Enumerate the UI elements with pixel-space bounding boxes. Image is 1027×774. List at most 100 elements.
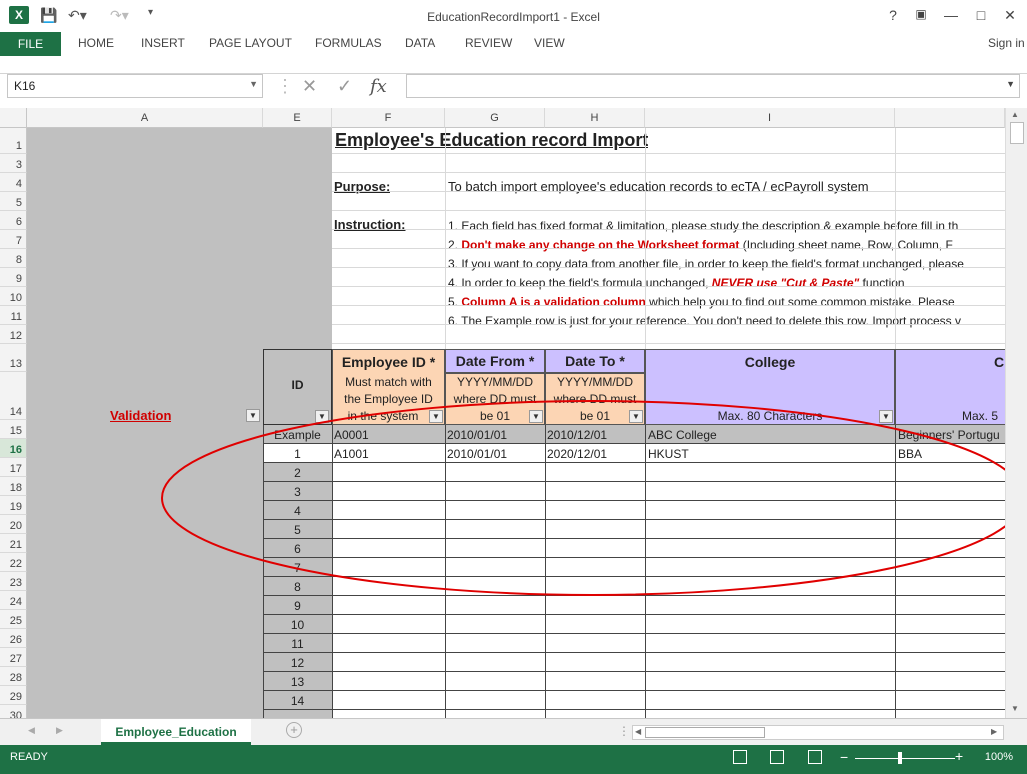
filter-date-from-icon[interactable]: ▼ [529, 410, 543, 423]
row-header[interactable]: 24 [0, 591, 27, 610]
row-header[interactable]: 13 [0, 344, 27, 372]
tab-view[interactable]: VIEW [534, 36, 565, 50]
vertical-scroll-thumb[interactable] [1010, 122, 1024, 144]
column-header-i[interactable]: I [645, 108, 895, 128]
row-header[interactable]: 10 [0, 287, 27, 306]
row-header[interactable]: 21 [0, 534, 27, 553]
sheet-tab-employee-education[interactable]: Employee_Education [101, 719, 251, 745]
column-header-j[interactable] [895, 108, 1005, 128]
row-header[interactable]: 4 [0, 173, 27, 192]
zoom-level[interactable]: 100% [985, 751, 1013, 763]
row-header[interactable]: 1 [0, 128, 27, 154]
row-header[interactable]: 30 [0, 705, 27, 718]
filter-id-icon[interactable]: ▼ [315, 410, 329, 423]
row-header[interactable]: 9 [0, 268, 27, 287]
chevron-down-icon[interactable]: ▼ [249, 79, 258, 89]
course-header-cell: C Max. 5 [895, 349, 1005, 425]
row-id: 1 [294, 447, 301, 461]
row-header[interactable]: 7 [0, 230, 27, 249]
column-header-a[interactable]: A [27, 108, 263, 128]
normal-view-icon[interactable] [733, 750, 747, 764]
row-header[interactable]: 25 [0, 610, 27, 629]
row-header[interactable]: 6 [0, 211, 27, 230]
enter-icon[interactable]: ✓ [337, 76, 352, 97]
row-header[interactable]: 8 [0, 249, 27, 268]
horizontal-scroll-thumb[interactable] [645, 727, 765, 738]
scroll-up-icon[interactable]: ▲ [1011, 110, 1019, 119]
employee-id-title: Employee ID [341, 354, 426, 370]
row-header[interactable]: 22 [0, 553, 27, 572]
id-column-header-area [263, 128, 332, 349]
row-header[interactable]: 12 [0, 325, 27, 344]
tab-split-handle-icon[interactable]: ⋮ [618, 724, 630, 738]
row-header[interactable]: 5 [0, 192, 27, 211]
zoom-in-icon[interactable]: + [955, 748, 963, 764]
course-desc-cut: Max. 5 [962, 409, 999, 423]
row-header[interactable]: 11 [0, 306, 27, 325]
column-header-g[interactable]: G [445, 108, 545, 128]
table-row-line [263, 709, 1005, 710]
insert-function-icon[interactable]: fx [370, 76, 387, 97]
add-sheet-icon[interactable]: + [286, 722, 302, 738]
cancel-icon[interactable]: ✕ [302, 76, 317, 97]
filter-college-icon[interactable]: ▼ [879, 410, 893, 423]
row-header[interactable]: 26 [0, 629, 27, 648]
data-course[interactable]: BBA [898, 447, 922, 461]
data-employee-id[interactable]: A1001 [334, 447, 369, 461]
column-header-e[interactable]: E [263, 108, 332, 128]
data-date-from[interactable]: 2010/01/01 [447, 447, 507, 461]
help-button[interactable]: ? [882, 7, 904, 23]
worksheet-grid[interactable]: A E F G H I Employee's Education record … [0, 108, 1005, 718]
page-layout-view-icon[interactable] [770, 750, 784, 764]
row-header[interactable]: 3 [0, 154, 27, 173]
row-header[interactable]: 15 [0, 420, 27, 439]
zoom-slider[interactable] [855, 758, 955, 759]
row-header[interactable]: 20 [0, 515, 27, 534]
row-header[interactable]: 27 [0, 648, 27, 667]
tab-insert[interactable]: INSERT [141, 36, 185, 50]
instruction-6: 6. The Example row is just for your refe… [448, 314, 962, 328]
column-header-h[interactable]: H [545, 108, 645, 128]
scroll-right-icon[interactable]: ▶ [991, 727, 997, 736]
next-sheet-icon[interactable]: ▶ [56, 725, 63, 736]
sign-in-link[interactable]: Sign in [988, 36, 1025, 50]
row-header[interactable]: 16 [0, 439, 27, 458]
row-header[interactable]: 29 [0, 686, 27, 705]
tab-data[interactable]: DATA [405, 36, 435, 50]
minimize-icon[interactable]: — [940, 7, 962, 23]
scroll-left-icon[interactable]: ◀ [635, 727, 641, 736]
page-break-view-icon[interactable] [808, 750, 822, 764]
horizontal-scrollbar[interactable]: ◀ ▶ [632, 725, 1004, 740]
zoom-out-icon[interactable]: − [840, 749, 848, 765]
data-college[interactable]: HKUST [648, 447, 689, 461]
vertical-scrollbar[interactable]: ▲ ▼ [1005, 108, 1027, 718]
prev-sheet-icon[interactable]: ◀ [28, 725, 35, 736]
tab-file[interactable]: FILE [0, 32, 61, 56]
column-header-f[interactable]: F [332, 108, 445, 128]
tab-formulas[interactable]: FORMULAS [315, 36, 382, 50]
row-header[interactable]: 18 [0, 477, 27, 496]
formula-input[interactable]: ▼ [406, 74, 1020, 98]
close-icon[interactable]: ✕ [999, 7, 1021, 24]
expand-formula-icon[interactable]: ▼ [1006, 79, 1015, 89]
zoom-slider-knob[interactable] [898, 752, 902, 764]
filter-employee-id-icon[interactable]: ▼ [429, 410, 443, 423]
tab-home[interactable]: HOME [78, 36, 114, 50]
name-box[interactable]: K16 ▼ [7, 74, 263, 98]
row-header[interactable]: 23 [0, 572, 27, 591]
more-icon[interactable]: ⋮ [276, 76, 294, 97]
ribbon-display-icon[interactable]: ▣ [910, 7, 932, 21]
maximize-icon[interactable]: □ [970, 7, 992, 23]
row-header[interactable]: 14 [0, 372, 27, 420]
row-header[interactable]: 19 [0, 496, 27, 515]
filter-date-to-icon[interactable]: ▼ [629, 410, 643, 423]
tab-page-layout[interactable]: PAGE LAYOUT [209, 36, 292, 50]
tab-review[interactable]: REVIEW [465, 36, 512, 50]
row-header[interactable]: 17 [0, 458, 27, 477]
data-date-to[interactable]: 2020/12/01 [547, 447, 607, 461]
select-all-button[interactable] [0, 108, 27, 128]
row-id: 12 [290, 656, 305, 670]
filter-validation-icon[interactable]: ▼ [246, 409, 260, 422]
row-header[interactable]: 28 [0, 667, 27, 686]
scroll-down-icon[interactable]: ▼ [1011, 704, 1019, 713]
